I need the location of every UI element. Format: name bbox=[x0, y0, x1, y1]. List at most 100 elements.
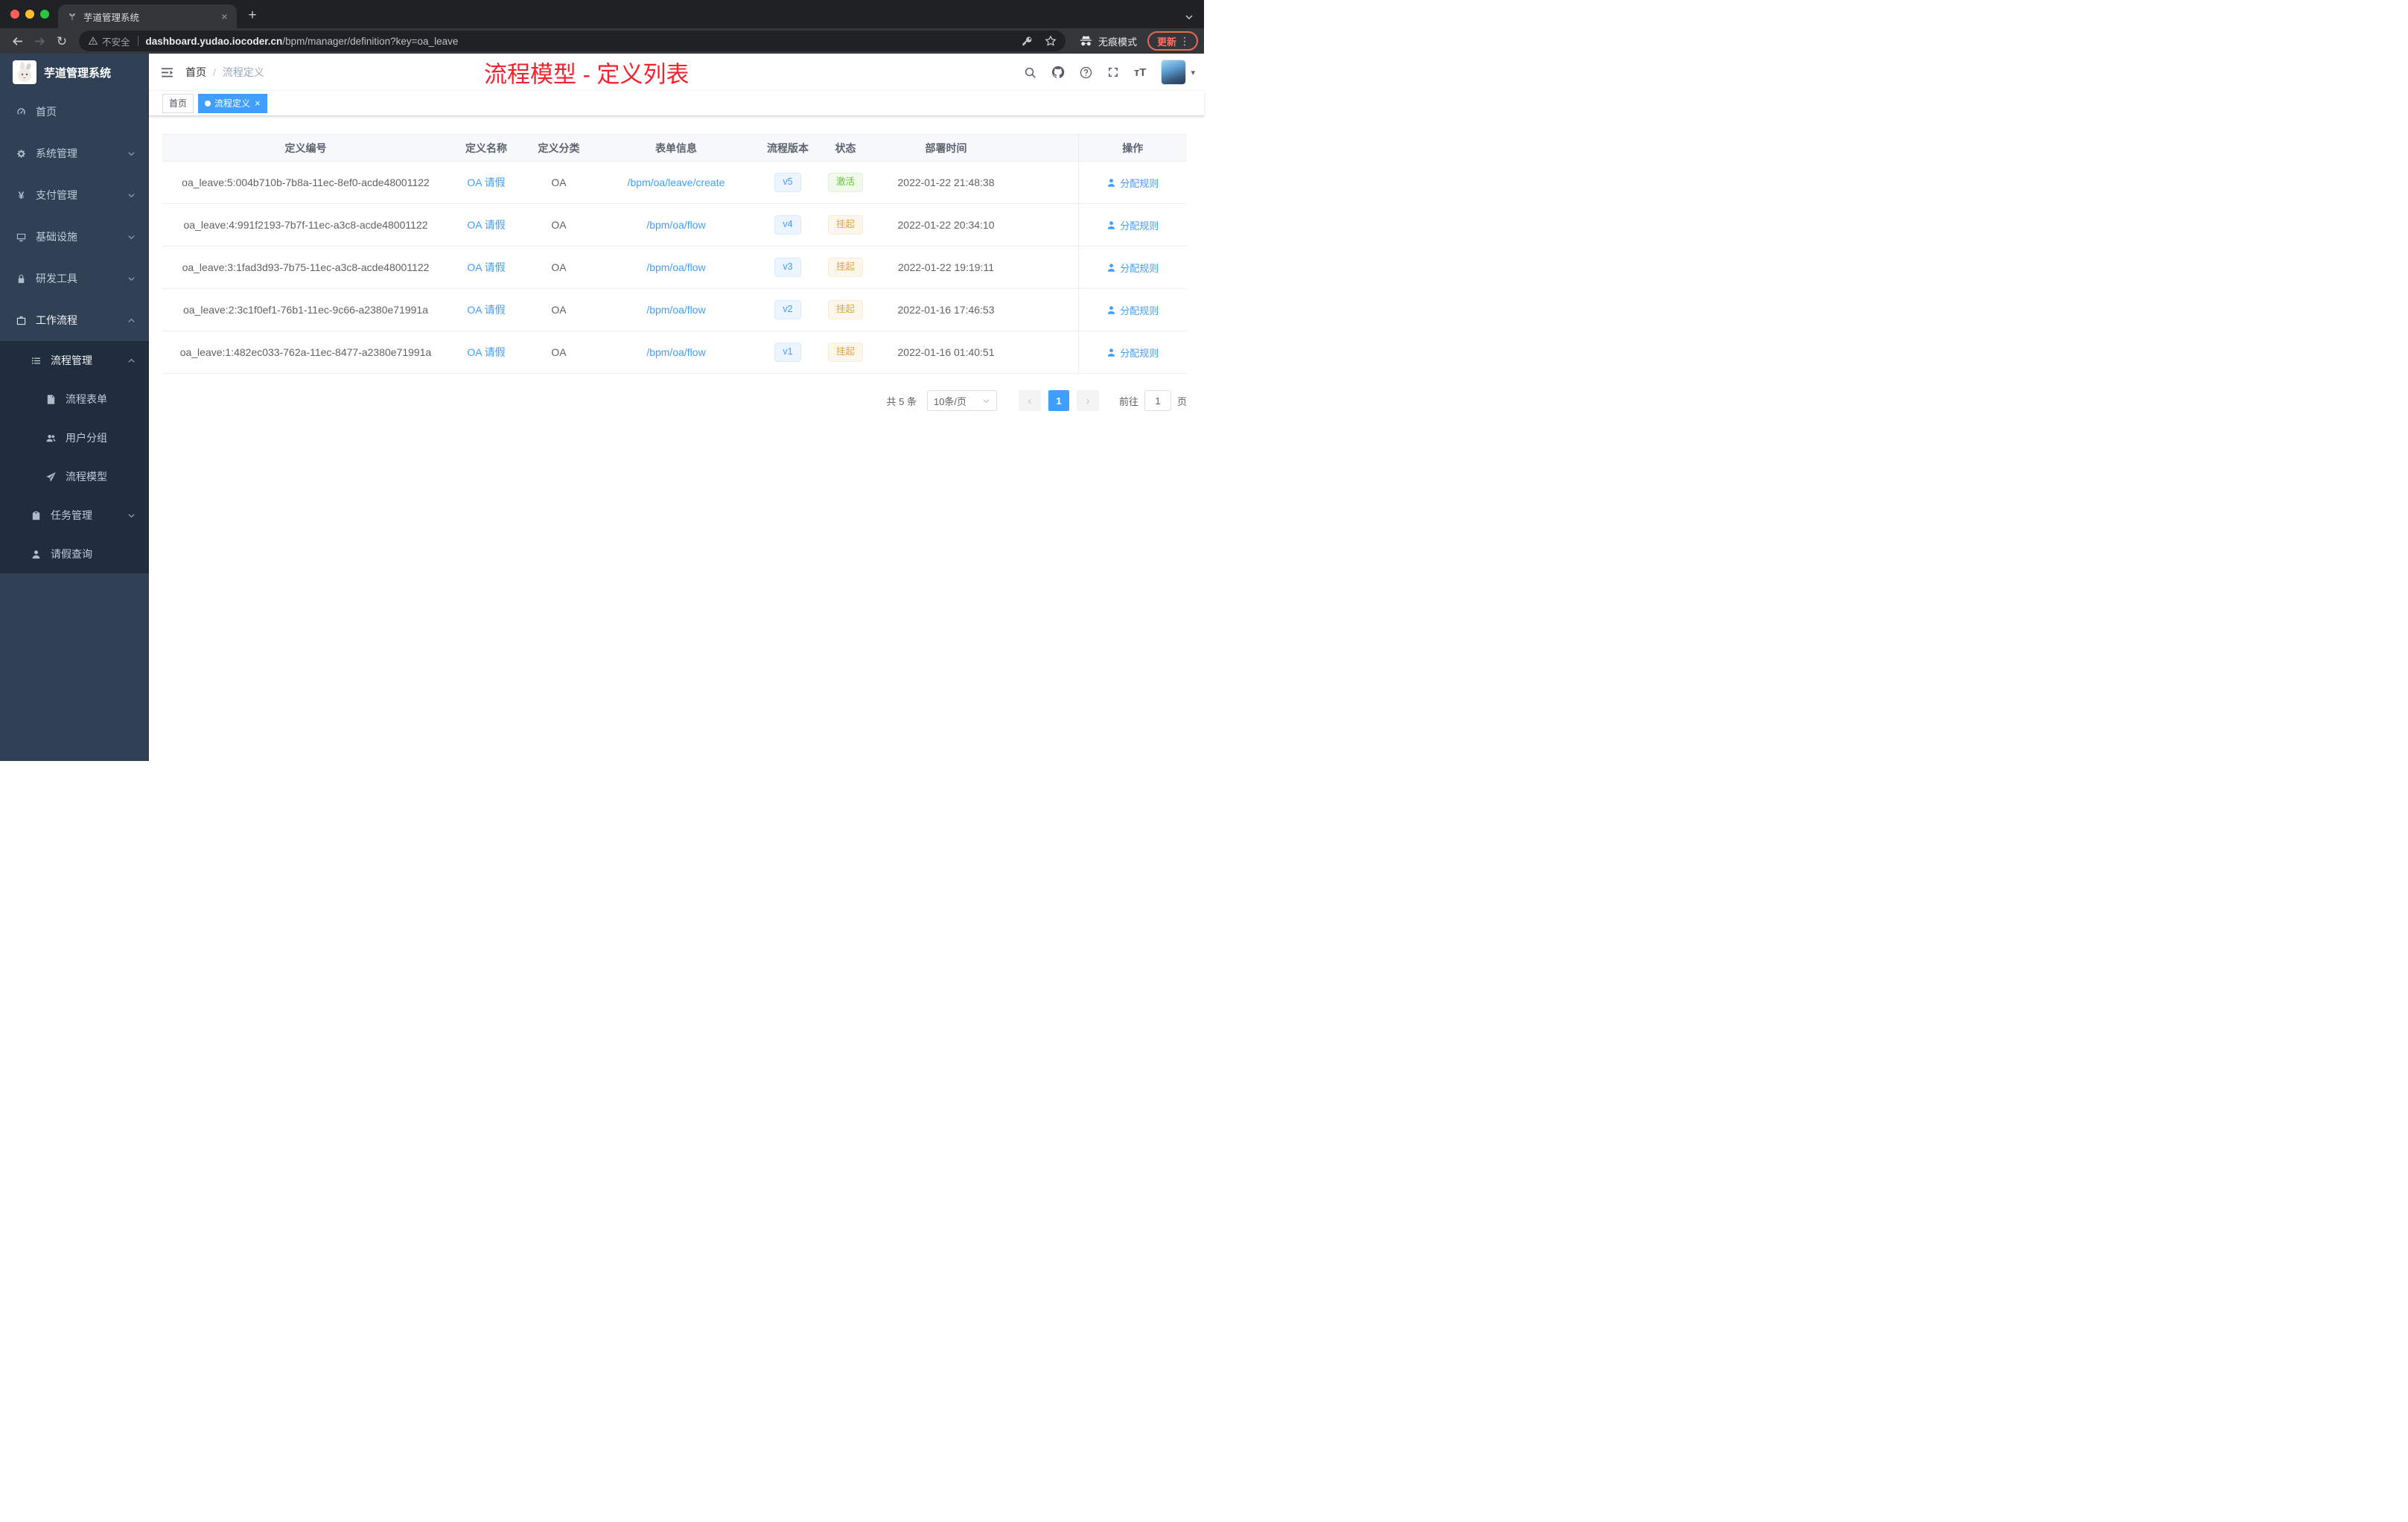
sidebar-item-label: 首页 bbox=[36, 106, 57, 118]
security-warning-icon[interactable] bbox=[88, 36, 98, 46]
url-domain: dashboard.yudao.iocoder.cn bbox=[145, 35, 283, 47]
zoom-window-button[interactable] bbox=[40, 10, 49, 19]
new-tab-button[interactable]: + bbox=[243, 6, 262, 25]
assign-rule-link[interactable]: 分配规则 bbox=[1106, 346, 1159, 360]
sidebar-item-process-form[interactable]: 流程表单 bbox=[0, 380, 149, 418]
page-jumper: 前往 页 bbox=[1119, 390, 1187, 411]
column-header-label: 定义分类 bbox=[538, 141, 580, 154]
sidebar-item-process-manage[interactable]: 流程管理 bbox=[0, 341, 149, 380]
next-page-button[interactable]: › bbox=[1076, 390, 1099, 411]
chevron-down-icon bbox=[127, 233, 136, 241]
assign-rule-link[interactable]: 分配规则 bbox=[1106, 176, 1159, 190]
cell-action: 分配规则 bbox=[1077, 288, 1187, 331]
column-header-status: 状态 bbox=[818, 134, 873, 162]
name-link[interactable]: OA 请假 bbox=[467, 261, 505, 273]
column-header-time: 部署时间 bbox=[873, 134, 1019, 162]
jump-page-input[interactable] bbox=[1144, 390, 1171, 411]
name-link[interactable]: OA 请假 bbox=[467, 219, 505, 231]
cell-action: 分配规则 bbox=[1077, 246, 1187, 289]
column-header-version: 流程版本 bbox=[758, 134, 818, 162]
sidebar-item-payment[interactable]: ¥ 支付管理 bbox=[0, 174, 149, 216]
help-icon[interactable] bbox=[1072, 66, 1100, 79]
form-link[interactable]: /bpm/oa/flow bbox=[646, 219, 705, 231]
tag-流程定义[interactable]: 流程定义 × bbox=[198, 93, 267, 113]
name-link[interactable]: OA 请假 bbox=[467, 346, 505, 358]
assign-rule-link[interactable]: 分配规则 bbox=[1106, 218, 1159, 232]
chevron-down-icon bbox=[982, 397, 990, 405]
page-number-button[interactable]: 1 bbox=[1048, 390, 1069, 411]
sidebar-item-home[interactable]: 首页 bbox=[0, 91, 149, 133]
breadcrumb: 首页 / 流程定义 bbox=[185, 65, 264, 80]
sidebar-item-task-manage[interactable]: 任务管理 bbox=[0, 496, 149, 535]
sidebar-item-label: 研发工具 bbox=[36, 273, 77, 284]
cell-time: 2022-01-22 20:34:10 bbox=[873, 203, 1019, 246]
hamburger-icon[interactable] bbox=[149, 66, 185, 80]
user-menu[interactable]: ▾ bbox=[1161, 60, 1195, 85]
fullscreen-icon[interactable] bbox=[1100, 66, 1127, 78]
sidebar-item-user-group[interactable]: 用户分组 bbox=[0, 418, 149, 457]
minimize-window-button[interactable] bbox=[25, 10, 34, 19]
tab-close-icon[interactable]: × bbox=[218, 10, 231, 23]
address-bar[interactable]: 不安全 dashboard.yudao.iocoder.cn/bpm/manag… bbox=[79, 31, 1066, 51]
assign-rule-link[interactable]: 分配规则 bbox=[1106, 303, 1159, 317]
column-header-form: 表单信息 bbox=[594, 134, 758, 162]
name-link[interactable]: OA 请假 bbox=[467, 304, 505, 316]
prev-page-button[interactable]: ‹ bbox=[1018, 390, 1041, 411]
chevron-up-icon bbox=[127, 357, 136, 365]
pagination-total: 共 5 条 bbox=[886, 395, 917, 407]
form-link[interactable]: /bpm/oa/flow bbox=[646, 346, 705, 358]
assign-rule-label: 分配规则 bbox=[1120, 262, 1159, 274]
url-text[interactable]: dashboard.yudao.iocoder.cn/bpm/manager/d… bbox=[146, 36, 459, 47]
status-badge: 挂起 bbox=[827, 258, 863, 277]
cell-version: v1 bbox=[758, 331, 818, 374]
cell-category: OA bbox=[523, 331, 594, 374]
column-header-action: 操作 bbox=[1077, 134, 1187, 162]
sidebar-item-leave-query[interactable]: 请假查询 bbox=[0, 535, 149, 573]
breadcrumb-separator: / bbox=[213, 66, 216, 78]
sidebar-logo-row[interactable]: 芋道管理系统 bbox=[0, 54, 149, 91]
page-size-select[interactable]: 10条/页 bbox=[926, 390, 997, 411]
form-link[interactable]: /bpm/oa/flow bbox=[646, 304, 705, 316]
avatar[interactable] bbox=[1161, 60, 1187, 85]
close-window-button[interactable] bbox=[10, 10, 19, 19]
table-row: oa_leave:2:3c1f0ef1-76b1-11ec-9c66-a2380… bbox=[162, 288, 1187, 331]
sidebar-item-process-model[interactable]: 流程模型 bbox=[0, 457, 149, 496]
search-icon[interactable] bbox=[1016, 66, 1044, 79]
sidebar-item-infra[interactable]: 基础设施 bbox=[0, 216, 149, 258]
sidebar-item-workflow[interactable]: 工作流程 bbox=[0, 299, 149, 341]
sidebar-item-label: 系统管理 bbox=[36, 147, 77, 159]
breadcrumb-home[interactable]: 首页 bbox=[185, 65, 206, 80]
caret-down-icon: ▾ bbox=[1191, 68, 1195, 77]
content-area: 定义编号 定义名称 定义分类 表单信息 流程版本 状态 部署时间 操作 oa_leave:5:… bbox=[149, 116, 1204, 761]
font-size-icon[interactable]: тT bbox=[1127, 66, 1154, 79]
tag-首页[interactable]: 首页 bbox=[162, 93, 194, 113]
browser-menu-kebab-icon[interactable]: ⋮ bbox=[1176, 35, 1193, 48]
dashboard-icon bbox=[15, 106, 28, 118]
navbar-actions: тT ▾ bbox=[1016, 60, 1204, 85]
name-link[interactable]: OA 请假 bbox=[467, 176, 505, 188]
back-button[interactable] bbox=[6, 31, 28, 51]
reload-button[interactable]: ↻ bbox=[51, 31, 73, 51]
forward-button[interactable] bbox=[28, 31, 51, 51]
browser-tab[interactable]: 芋道管理系统 × bbox=[58, 4, 237, 28]
security-label[interactable]: 不安全 bbox=[102, 34, 130, 48]
column-header-name: 定义名称 bbox=[449, 134, 523, 162]
sidebar-item-devtools[interactable]: 研发工具 bbox=[0, 258, 149, 299]
password-key-icon[interactable] bbox=[1022, 36, 1033, 47]
github-icon[interactable] bbox=[1044, 66, 1072, 79]
tag-close-icon[interactable]: × bbox=[255, 98, 261, 108]
sidebar-item-system[interactable]: 系统管理 bbox=[0, 133, 149, 174]
form-link[interactable]: /bpm/oa/leave/create bbox=[628, 176, 725, 188]
list-icon bbox=[30, 355, 42, 366]
assign-rule-link[interactable]: 分配规则 bbox=[1106, 261, 1159, 275]
form-link[interactable]: /bpm/oa/flow bbox=[646, 261, 705, 273]
bookmark-star-icon[interactable] bbox=[1045, 35, 1057, 47]
main-area: 首页 / 流程定义 流程模型 - 定义列表 тT ▾ 首页 流程定义 × 定义编… bbox=[149, 54, 1204, 761]
browser-toolbar: ↻ 不安全 dashboard.yudao.iocoder.cn/bpm/man… bbox=[0, 28, 1204, 54]
tab-search-chevron-icon[interactable] bbox=[1185, 13, 1194, 22]
sidebar-item-label: 流程表单 bbox=[66, 393, 107, 405]
cell-version: v5 bbox=[758, 161, 818, 204]
browser-menu-update-button[interactable]: 更新 ⋮ bbox=[1147, 31, 1198, 51]
page-size-value: 10条/页 bbox=[933, 395, 967, 407]
cell-status: 挂起 bbox=[818, 203, 873, 246]
